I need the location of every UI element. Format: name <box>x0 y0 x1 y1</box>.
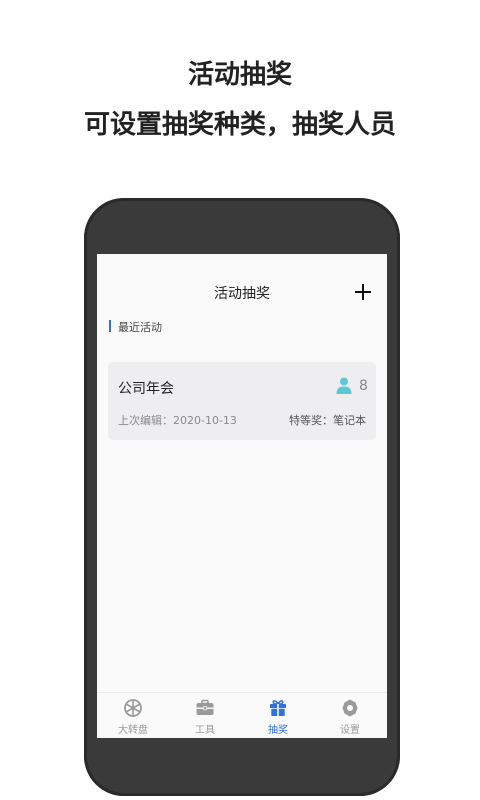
gear-icon <box>342 699 358 717</box>
add-activity-button[interactable] <box>353 282 373 302</box>
activity-name: 公司年会 <box>118 381 174 397</box>
person-icon <box>336 377 352 394</box>
activity-card[interactable]: 公司年会 8 上次编辑：2020-10-13 特等奖：笔记本 <box>108 362 376 440</box>
toolbox-icon <box>196 699 214 715</box>
tab-lottery[interactable]: 抽奖 <box>242 693 314 738</box>
tab-bar: 大转盘 工具 抽奖 设置 <box>97 692 387 738</box>
app-screen: 活动抽奖 最近活动 公司年会 8 上次编辑：2020-10-13 特等奖：笔记本… <box>97 254 387 738</box>
promo-title: 活动抽奖 <box>187 60 292 90</box>
top-prize: 特等奖：笔记本 <box>289 414 366 427</box>
tab-label: 大转盘 <box>118 725 148 736</box>
promo-subtitle: 可设置抽奖种类，抽奖人员 <box>83 110 396 140</box>
section-marker <box>109 320 111 332</box>
wheel-icon <box>124 699 142 717</box>
tab-tools[interactable]: 工具 <box>169 693 241 738</box>
tab-settings[interactable]: 设置 <box>314 693 386 738</box>
tab-label: 抽奖 <box>268 725 288 736</box>
section-title: 最近活动 <box>118 321 162 334</box>
tab-wheel[interactable]: 大转盘 <box>97 693 169 738</box>
tab-label: 工具 <box>195 725 215 736</box>
gift-icon <box>270 700 286 716</box>
participant-count: 8 <box>359 378 368 394</box>
tab-label: 设置 <box>340 725 360 736</box>
page-title: 活动抽奖 <box>214 286 270 302</box>
app-header: 活动抽奖 <box>97 254 387 314</box>
last-edited: 上次编辑：2020-10-13 <box>118 414 237 427</box>
